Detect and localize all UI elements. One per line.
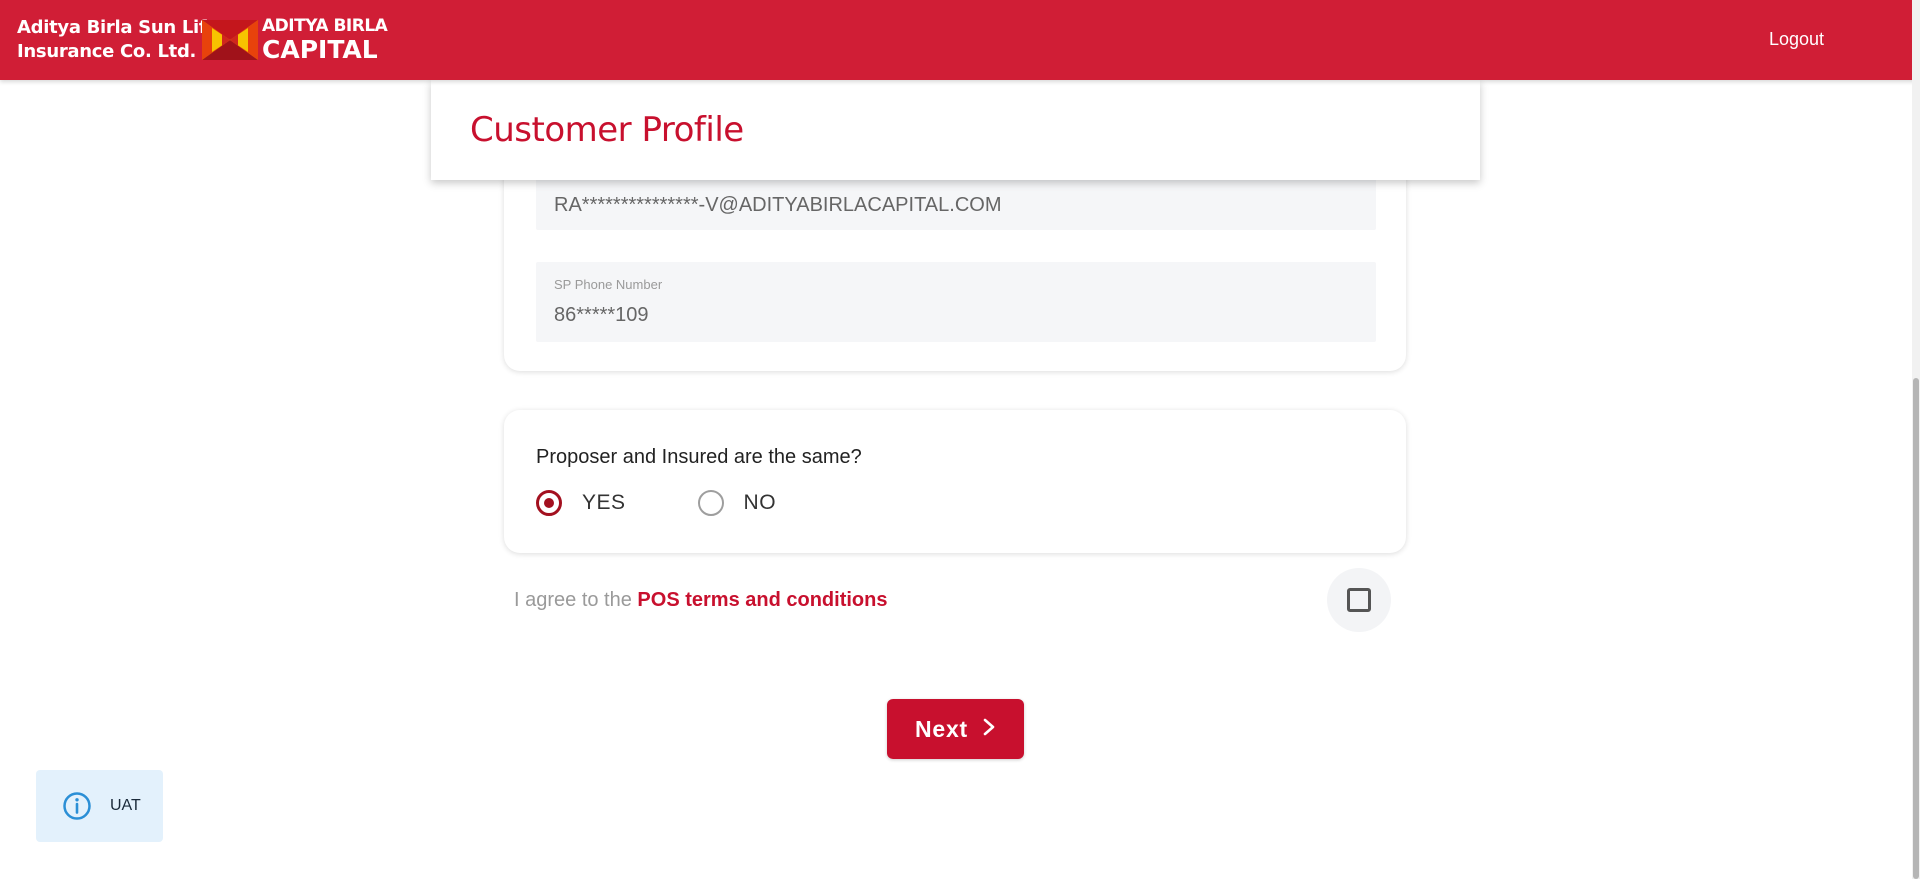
page-title: Customer Profile (470, 110, 744, 150)
phone-label: SP Phone Number (554, 277, 663, 292)
radio-yes-label: YES (582, 491, 626, 514)
terms-agreement: I agree to the POS terms and conditions (514, 589, 887, 612)
logo-text-line2: CAPITAL (262, 35, 378, 64)
checkbox-unchecked-icon[interactable] (1347, 588, 1371, 612)
company-name-line2: Insurance Co. Ltd. (17, 41, 197, 62)
phone-field[interactable]: SP Phone Number 86*****109 (536, 262, 1376, 342)
info-icon (63, 792, 91, 820)
next-button[interactable]: Next (887, 699, 1024, 759)
proposer-question: Proposer and Insured are the same? (536, 446, 862, 468)
phone-value: 86*****109 (554, 304, 649, 326)
logo-mark-icon (202, 20, 258, 60)
top-header: Aditya Birla Sun Life Insurance Co. Ltd.… (0, 0, 1920, 80)
logout-link[interactable]: Logout (1769, 29, 1824, 50)
aditya-birla-capital-logo: ADITYA BIRLA CAPITAL (202, 16, 388, 64)
scrollbar-thumb[interactable] (1913, 378, 1919, 879)
company-name: Aditya Birla Sun Life Insurance Co. Ltd. (17, 16, 219, 64)
email-value: RA***************-V@ADITYABIRLACAPITAL.C… (554, 194, 1002, 216)
radio-option-yes[interactable]: YES (536, 490, 626, 516)
radio-option-no[interactable]: NO (697, 490, 777, 516)
environment-label: UAT (110, 797, 141, 814)
logo-text-line1: ADITYA BIRLA (262, 16, 388, 36)
next-button-label: Next (914, 715, 969, 742)
radio-no-unselected-icon[interactable] (697, 490, 724, 516)
terms-link[interactable]: POS terms and conditions (637, 589, 887, 611)
company-name-line1: Aditya Birla Sun Life (17, 17, 219, 38)
proposer-insured-card: Proposer and Insured are the same? YES N… (504, 410, 1406, 553)
environment-badge: UAT (36, 770, 163, 842)
terms-prefix: I agree to the (514, 589, 638, 611)
chevron-right-icon (982, 717, 996, 741)
page-scrollbar[interactable] (1912, 0, 1920, 879)
customer-profile-header: Customer Profile (431, 80, 1480, 180)
radio-yes-selected-icon[interactable] (536, 490, 562, 516)
proposer-radio-group: YES NO (536, 490, 848, 516)
radio-no-label: NO (743, 491, 777, 514)
terms-checkbox[interactable] (1327, 568, 1391, 632)
